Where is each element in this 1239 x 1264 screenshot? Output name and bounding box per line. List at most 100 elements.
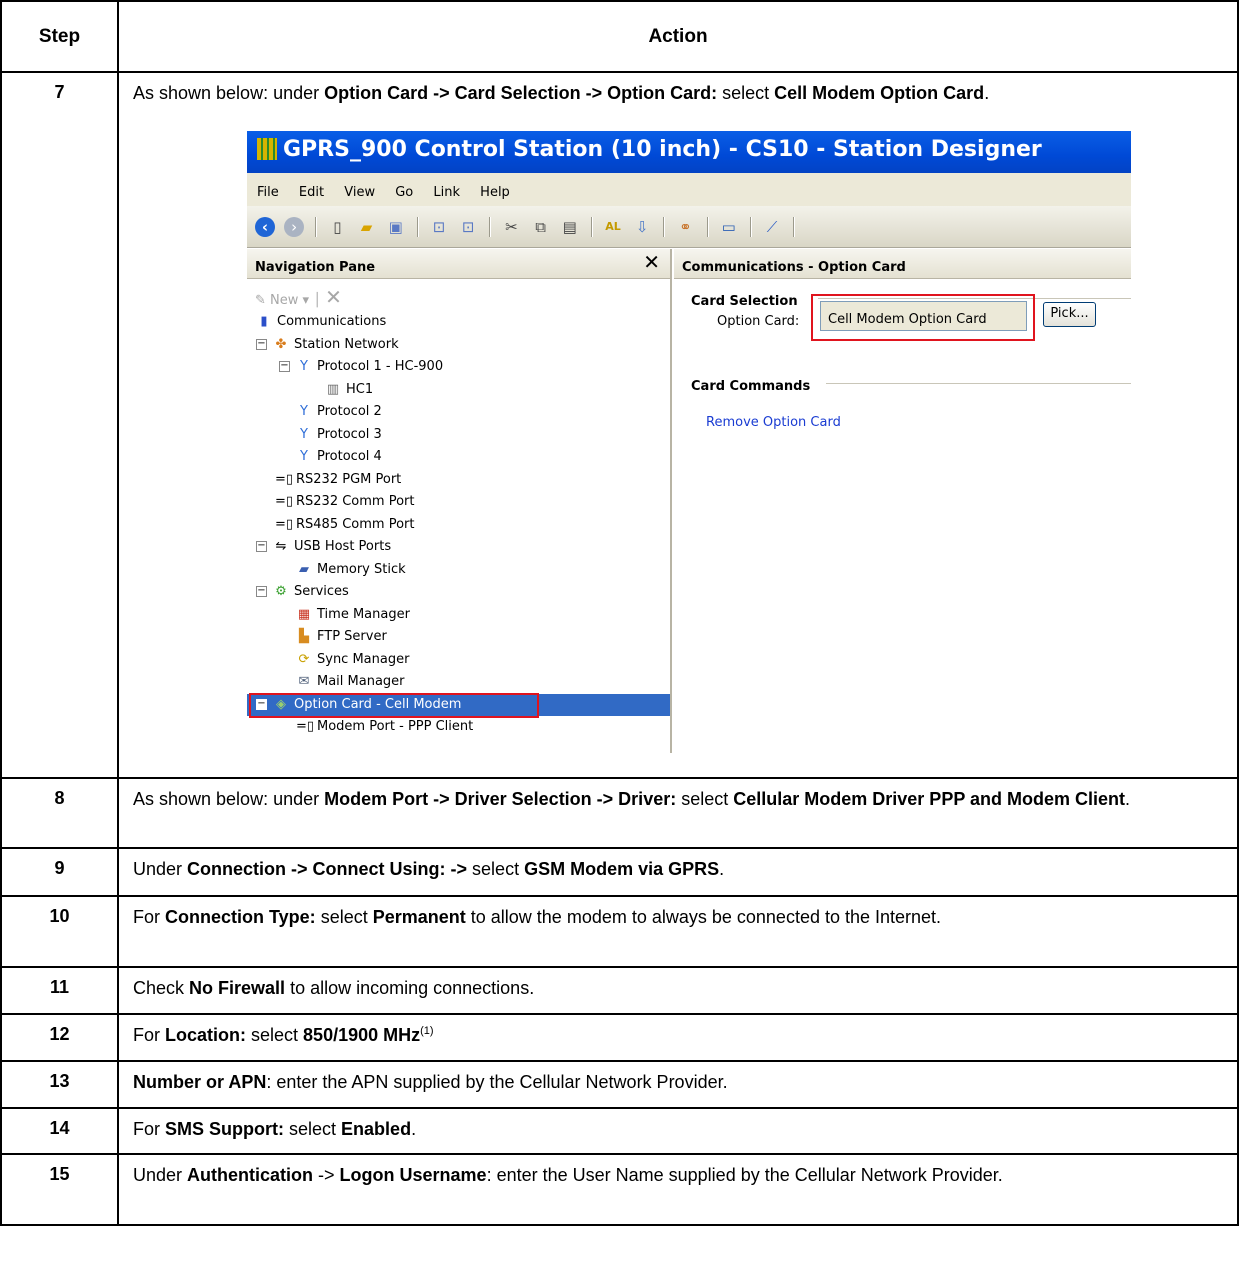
tree-item-services[interactable]: − ⚙ Services [247,581,670,604]
forward-arrow-icon[interactable]: › [284,216,305,237]
step-number: 9 [0,847,119,897]
remove-option-card-link[interactable]: Remove Option Card [706,411,841,434]
step-action: For Connection Type: select Permanent to… [117,895,1239,968]
station-designer-app-icon [257,138,277,160]
back-arrow-icon[interactable]: ‹ [255,216,275,237]
collapse-icon[interactable]: − [256,338,267,350]
step-action: Under Authentication -> Logon Username: … [117,1153,1239,1226]
tree-item-hc1[interactable]: ▥ HC1 [247,379,670,402]
tree-item-memory-stick[interactable]: ▰ Memory Stick [247,559,670,582]
connect-icon[interactable]: ⚭ [675,217,695,237]
step-number: 15 [0,1153,119,1226]
tree-item-protocol-1[interactable]: − Y Protocol 1 - HC-900 [247,356,670,379]
menu-file[interactable]: File [257,185,279,200]
menu-link[interactable]: Link [433,185,460,200]
toolbar-separator [489,216,492,237]
undo-icon[interactable]: ⊡ [429,217,449,237]
footnote-marker: (1) [420,1025,434,1037]
compile-all-icon[interactable]: AL [603,217,623,237]
card-commands-heading: Card Commands [691,379,811,394]
tree-item-protocol-3[interactable]: Y Protocol 3 [247,424,670,447]
tree-item-rs232-comm-port[interactable]: =▯ RS232 Comm Port [247,491,670,514]
download-icon[interactable]: ⇩ [632,217,652,237]
step-row: 13 Number or APN: enter the APN supplied… [0,1060,1239,1109]
calendar-icon: ▦ [297,606,311,622]
step-action: As shown below: under Option Card -> Car… [117,71,1239,779]
toolbar-separator [793,216,796,237]
tree-highlight-box [249,693,539,718]
toolbar-separator [749,216,752,237]
toolbar-separator [663,216,666,237]
header-step: Step [0,0,119,73]
tree-item-rs232-pgm-port[interactable]: =▯ RS232 PGM Port [247,469,670,492]
tree-item-communications[interactable]: ▮ Communications [247,311,670,334]
field-highlight-box [811,294,1035,341]
port-icon: =▯ [275,471,294,487]
step-row: 10 For Connection Type: select Permanent… [0,895,1239,968]
step-action: For SMS Support: select Enabled. [117,1107,1239,1155]
tree-item-sync-manager[interactable]: ⟳ Sync Manager [247,649,670,672]
protocol-icon: Y [300,404,308,419]
wand-icon[interactable]: ⟋ [762,217,782,237]
tree-item-time-manager[interactable]: ▦ Time Manager [247,604,670,627]
menu-go[interactable]: Go [395,185,413,200]
protocol-icon: Y [300,449,308,464]
window-title-bar: GPRS_900 Control Station (10 inch) - CS1… [247,131,1131,173]
redo-icon[interactable]: ⊡ [458,217,478,237]
memory-stick-icon: ▰ [299,561,309,577]
toolbar: ‹ › ▯ ▰ ▣ ⊡ ⊡ ✂ ⧉ ▤ AL ⇩ ⚭ ▭ ⟋ [247,206,1131,248]
sync-icon: ⟳ [298,651,310,667]
content-pane: Communications - Option Card Card Select… [674,249,1131,753]
section-divider [826,383,1131,384]
step-action: Under Connection -> Connect Using: -> se… [117,847,1239,897]
step-action: Number or APN: enter the APN supplied by… [117,1060,1239,1109]
tree-item-ftp-server[interactable]: ▙ FTP Server [247,626,670,649]
tree-item-station-network[interactable]: − ✤ Station Network [247,334,670,357]
copy-icon[interactable]: ⧉ [531,217,551,237]
tree-item-mail-manager[interactable]: ✉ Mail Manager [247,671,670,694]
protocol-icon: Y [300,426,308,442]
paste-icon[interactable]: ▤ [560,217,580,237]
window-title: GPRS_900 Control Station (10 inch) - CS1… [283,137,1042,162]
toolbar-separator [416,216,419,237]
tree-item-protocol-4[interactable]: Y Protocol 4 [247,446,670,469]
new-file-icon[interactable]: ▯ [327,217,347,237]
tree-item-protocol-2[interactable]: Y Protocol 2 [247,401,670,424]
tree-item-modem-port[interactable]: =▯ Modem Port - PPP Client [247,716,670,739]
menu-help[interactable]: Help [480,185,510,200]
network-icon: ✤ [275,336,287,352]
display-icon[interactable]: ▭ [719,217,739,237]
new-button[interactable]: New [270,293,298,308]
step-row: 9 Under Connection -> Connect Using: -> … [0,847,1239,897]
station-designer-screenshot: GPRS_900 Control Station (10 inch) - CS1… [247,131,1131,753]
pick-button[interactable]: Pick... [1043,302,1096,327]
step-row: 7 As shown below: under Option Card -> C… [0,71,1239,779]
step-number: 10 [0,895,119,968]
step-action: For Location: select 850/1900 MHz(1) [117,1013,1239,1062]
step-number: 12 [0,1013,119,1062]
tree-item-usb-host-ports[interactable]: − ⇋ USB Host Ports [247,536,670,559]
menu-edit[interactable]: Edit [299,185,324,200]
navigation-tree: ▮ Communications − ✤ Station Network − Y Prot… [247,311,670,739]
port-icon: =▯ [296,719,315,734]
tree-item-rs485-comm-port[interactable]: =▯ RS485 Comm Port [247,514,670,537]
usb-icon: ⇋ [275,539,287,554]
collapse-icon[interactable]: − [256,541,267,552]
nav-toolbar: ✎ New ▾ │ ✕ [255,285,342,309]
close-icon[interactable]: ✕ [643,251,660,274]
header-action: Action [117,0,1239,73]
step-row: 12 For Location: select 850/1900 MHz(1) [0,1013,1239,1062]
toolbar-separator [590,216,593,237]
collapse-icon[interactable]: − [279,361,290,372]
toolbar-separator [706,216,709,237]
mail-icon: ✉ [298,674,310,689]
navigation-pane: Navigation Pane ✕ ✎ New ▾ │ ✕ ▮ Communica… [247,249,672,753]
port-icon: =▯ [275,516,294,532]
step-number: 8 [0,777,119,849]
open-folder-icon[interactable]: ▰ [357,217,377,237]
menu-view[interactable]: View [344,185,375,200]
collapse-icon[interactable]: − [256,586,267,597]
cut-icon[interactable]: ✂ [501,217,521,237]
save-icon[interactable]: ▣ [386,217,406,237]
delete-icon[interactable]: ✕ [325,285,342,309]
